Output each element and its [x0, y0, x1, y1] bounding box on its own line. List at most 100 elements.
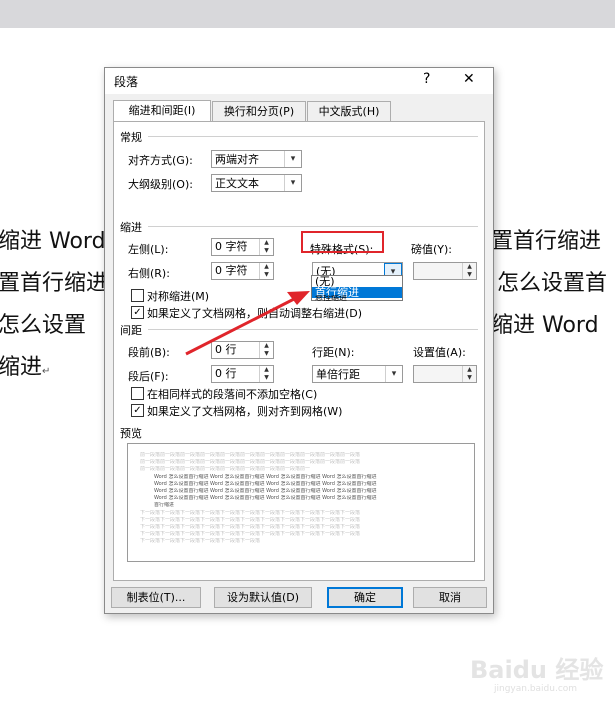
by-value-spinner[interactable]: ▲ ▼: [413, 262, 477, 280]
spin-up-icon[interactable]: ▲: [260, 263, 273, 271]
preview-prev-line: 前一段落前一段落前一段落前一段落前一段落前一段落前一段落前一段落前一段落前一段落…: [140, 459, 361, 465]
section-preview-title: 预览: [120, 427, 142, 440]
spinner-buttons[interactable]: ▲ ▼: [462, 366, 476, 382]
line-spacing-select[interactable]: 单倍行距 ▾: [312, 365, 403, 383]
at-value-label: 设置值(A):: [413, 346, 466, 359]
chevron-down-icon: ▾: [385, 366, 402, 382]
preview-sample-line: Word 怎么设置首行缩进 Word 怎么设置首行缩进 Word 怎么设置首行缩…: [154, 481, 377, 487]
outline-level-label: 大纲级别(O):: [128, 178, 193, 191]
chevron-down-icon: ▾: [284, 151, 301, 167]
spin-down-icon[interactable]: ▼: [463, 374, 476, 382]
doc-line-2-right: 怎么设置首: [497, 271, 608, 296]
cancel-button[interactable]: 取消: [413, 587, 487, 608]
spin-down-icon[interactable]: ▼: [260, 271, 273, 279]
preview-prev-line: 前一段落前一段落前一段落前一段落前一段落前一段落前一段落前一段落前一段落前一段落…: [140, 466, 310, 472]
chevron-down-icon: ▾: [284, 175, 301, 191]
tab-asian-typography[interactable]: 中文版式(H): [307, 101, 391, 121]
alignment-select[interactable]: 两端对齐 ▾: [211, 150, 302, 168]
spinner-buttons[interactable]: ▲ ▼: [259, 342, 273, 358]
close-icon[interactable]: ✕: [463, 71, 475, 87]
spin-down-icon[interactable]: ▼: [260, 374, 273, 382]
highlight-box: [301, 231, 384, 253]
spinner-buttons[interactable]: ▲ ▼: [259, 239, 273, 255]
preview-next-line: 下一段落下一段落下一段落下一段落下一段落下一段落下一段落下一段落下一段落下一段落…: [140, 517, 361, 523]
alignment-label: 对齐方式(G):: [128, 154, 193, 167]
preview-next-line: 下一段落下一段落下一段落下一段落下一段落下一段落下一段落下一段落下一段落下一段落…: [140, 524, 361, 530]
dropdown-option-hanging[interactable]: 悬挂缩进: [312, 295, 402, 301]
space-before-value: 0 行: [215, 343, 237, 356]
spinner-buttons[interactable]: ▲ ▼: [462, 263, 476, 279]
snap-to-grid-label: 如果定义了文档网格，则对齐到网格(W): [147, 405, 343, 418]
preview-sample-line: Word 怎么设置首行缩进 Word 怎么设置首行缩进 Word 怎么设置首行缩…: [154, 474, 377, 480]
space-before-spinner[interactable]: 0 行 ▲ ▼: [211, 341, 274, 359]
preview-prev-line: 前一段落前一段落前一段落前一段落前一段落前一段落前一段落前一段落前一段落前一段落…: [140, 452, 361, 458]
outline-level-select[interactable]: 正文文本 ▾: [211, 174, 302, 192]
left-indent-spinner[interactable]: 0 字符 ▲ ▼: [211, 238, 274, 256]
auto-adjust-right-indent-checkbox[interactable]: ✓: [131, 306, 144, 319]
line-spacing-label: 行距(N):: [312, 346, 355, 359]
divider: [148, 329, 478, 330]
line-spacing-value: 单倍行距: [316, 368, 360, 381]
section-spacing-title: 间距: [120, 324, 142, 337]
spinner-buttons[interactable]: ▲ ▼: [259, 263, 273, 279]
preview-next-line: 下一段落下一段落下一段落下一段落下一段落下一段落下一段落下一段落下一段落下一段落…: [140, 531, 361, 537]
dialog-title-bar: 段落 ? ✕: [105, 68, 493, 94]
spin-up-icon[interactable]: ▲: [260, 342, 273, 350]
watermark-url: jingyan.baidu.com: [494, 684, 578, 694]
doc-line-1-right: 置首行缩进: [491, 229, 602, 254]
space-after-value: 0 行: [215, 367, 237, 380]
section-indent-title: 缩进: [120, 221, 142, 234]
by-value-label: 磅值(Y):: [411, 243, 453, 256]
help-button[interactable]: ?: [423, 71, 430, 87]
doc-line-3-right: 缩进 Word: [491, 313, 599, 338]
left-indent-label: 左侧(L):: [128, 243, 169, 256]
dialog-title: 段落: [114, 75, 139, 89]
divider: [148, 226, 478, 227]
right-indent-label: 右侧(R):: [128, 267, 170, 280]
spin-up-icon[interactable]: ▲: [260, 239, 273, 247]
doc-line-4-left: 缩进↵: [0, 355, 51, 380]
left-indent-value: 0 字符: [215, 240, 248, 253]
spin-down-icon[interactable]: ▼: [260, 247, 273, 255]
mirror-indents-checkbox[interactable]: [131, 289, 144, 302]
spin-up-icon[interactable]: ▲: [463, 366, 476, 374]
spinner-buttons[interactable]: ▲ ▼: [259, 366, 273, 382]
preview-next-line: 下一段落下一段落下一段落下一段落下一段落下一段落下一段落下一段落下一段落下一段落…: [140, 510, 361, 516]
alignment-value: 两端对齐: [215, 153, 259, 166]
doc-line-3-left: 怎么设置: [0, 313, 87, 338]
ok-button[interactable]: 确定: [327, 587, 403, 608]
tab-indent-spacing[interactable]: 缩进和间距(I): [113, 100, 211, 122]
snap-to-grid-checkbox[interactable]: ✓: [131, 404, 144, 417]
right-indent-spinner[interactable]: 0 字符 ▲ ▼: [211, 262, 274, 280]
spin-down-icon[interactable]: ▼: [463, 271, 476, 279]
special-format-dropdown-list: (无) 首行缩进 悬挂缩进: [311, 275, 403, 301]
spin-up-icon[interactable]: ▲: [260, 366, 273, 374]
watermark-logo: Baidu 经验: [470, 656, 604, 684]
set-default-button[interactable]: 设为默认值(D): [214, 587, 312, 608]
app-top-bar: [0, 0, 615, 28]
spin-up-icon[interactable]: ▲: [463, 263, 476, 271]
no-space-same-style-checkbox[interactable]: [131, 387, 144, 400]
right-indent-value: 0 字符: [215, 264, 248, 277]
paragraph-dialog: 段落 ? ✕ 缩进和间距(I) 换行和分页(P) 中文版式(H) 常规 对齐方式…: [104, 67, 494, 614]
tab-panel: 常规 对齐方式(G): 两端对齐 ▾ 大纲级别(O): 正文文本 ▾ 缩进 左侧…: [113, 121, 485, 581]
space-after-label: 段后(F):: [128, 370, 169, 383]
no-space-same-style-label: 在相同样式的段落间不添加空格(C): [147, 388, 318, 401]
tabs-button[interactable]: 制表位(T)...: [111, 587, 201, 608]
at-value-spinner[interactable]: ▲ ▼: [413, 365, 477, 383]
preview-next-line: 下一段落下一段落下一段落下一段落下一段落下一段落下一段落下一段落下一段落下一段落…: [140, 538, 260, 544]
preview-sample-line: Word 怎么设置首行缩进 Word 怎么设置首行缩进 Word 怎么设置首行缩…: [154, 495, 377, 501]
outline-level-value: 正文文本: [215, 177, 259, 190]
space-before-label: 段前(B):: [128, 346, 170, 359]
section-general-title: 常规: [120, 131, 142, 144]
space-after-spinner[interactable]: 0 行 ▲ ▼: [211, 365, 274, 383]
doc-line-1-left: 缩进 Word: [0, 229, 106, 254]
tab-line-page-breaks[interactable]: 换行和分页(P): [212, 101, 306, 121]
spin-down-icon[interactable]: ▼: [260, 350, 273, 358]
preview-sample-line: Word 怎么设置首行缩进 Word 怎么设置首行缩进 Word 怎么设置首行缩…: [154, 488, 377, 494]
doc-line-2-left: 置首行缩进: [0, 271, 109, 296]
preview-box: 前一段落前一段落前一段落前一段落前一段落前一段落前一段落前一段落前一段落前一段落…: [127, 443, 475, 562]
divider: [148, 136, 478, 137]
auto-adjust-right-indent-label: 如果定义了文档网格，则自动调整右缩进(D): [147, 307, 363, 320]
preview-sample-last: 首行缩进: [154, 502, 175, 508]
